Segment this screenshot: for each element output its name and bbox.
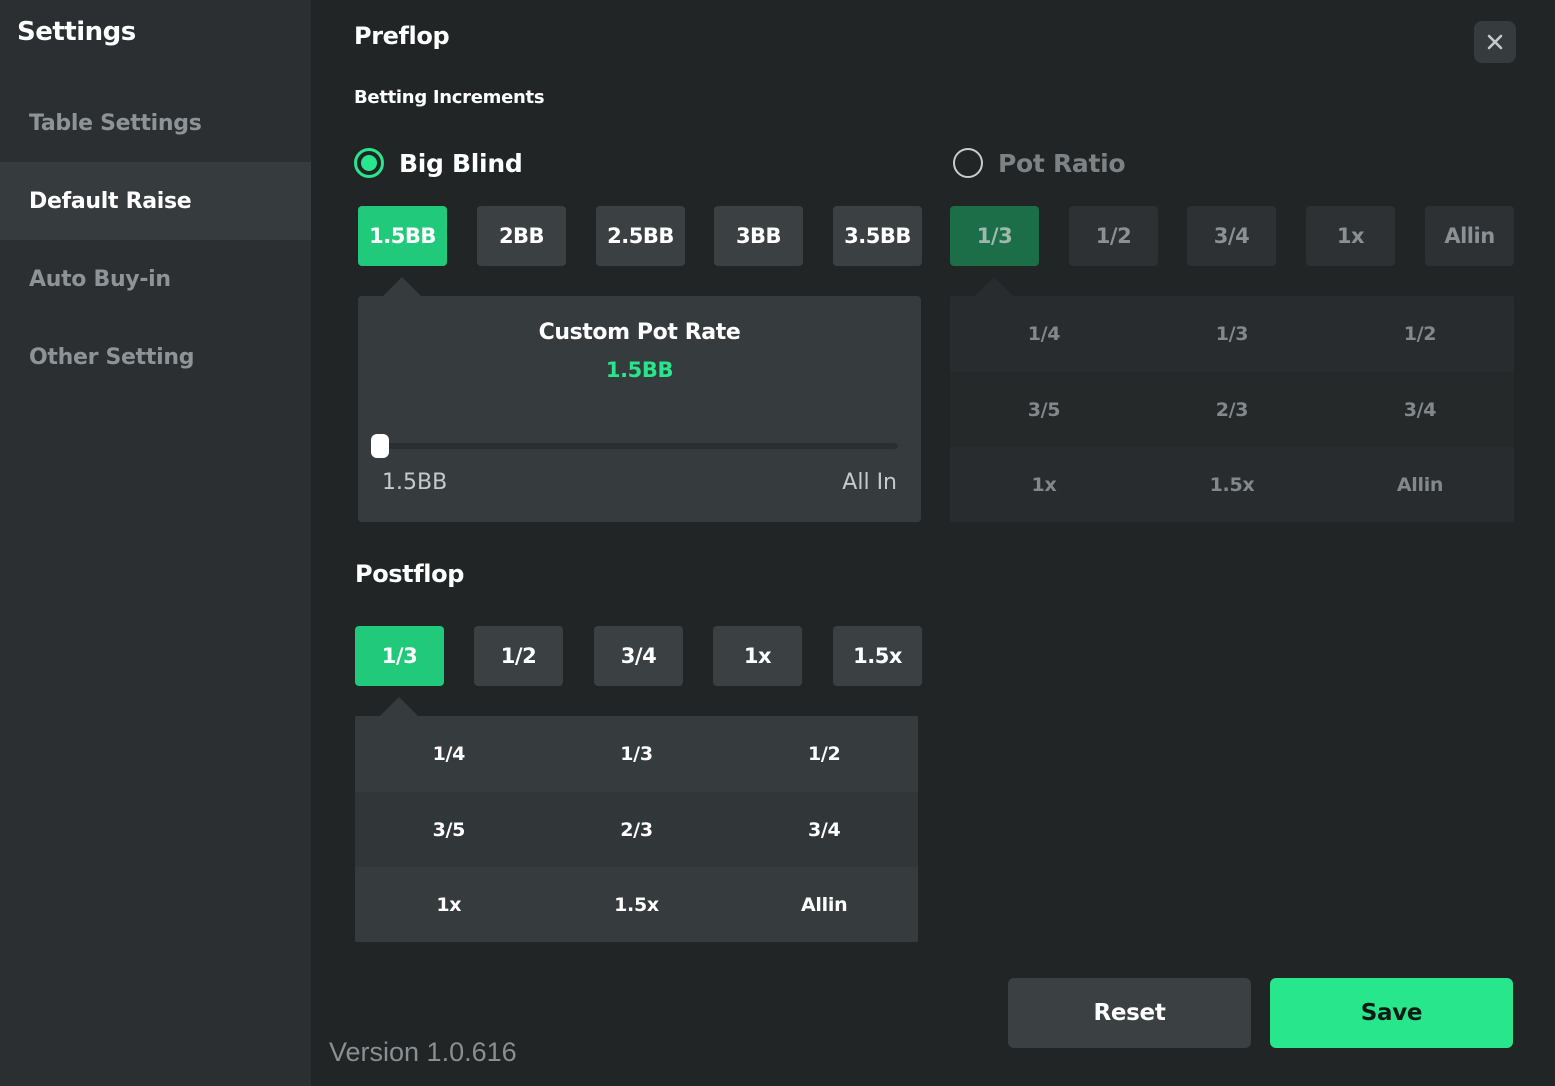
pot-ratio-grid-cell[interactable]: 3/4 [1326,372,1514,447]
sidebar-item-default-raise[interactable]: Default Raise [0,162,311,240]
grid-row: 1/4 1/3 1/2 [355,716,918,792]
grid-row: 1/4 1/3 1/2 [950,296,1514,372]
bb-option-3-5bb[interactable]: 3.5BB [833,206,922,266]
pot-ratio-option-1-3[interactable]: 1/3 [950,206,1039,266]
pot-ratio-grid: 1/4 1/3 1/2 3/5 2/3 3/4 1x 1.5x Allin [950,296,1514,522]
big-blind-radio[interactable]: Big Blind [354,148,523,178]
postflop-grid-cell[interactable]: 1.5x [543,867,731,942]
close-button[interactable] [1474,21,1516,63]
custom-panel-pointer [383,277,421,296]
sidebar-item-auto-buy-in[interactable]: Auto Buy-in [0,240,311,318]
postflop-grid-cell[interactable]: Allin [730,867,918,942]
pot-ratio-grid-pointer [975,277,1013,296]
pot-ratio-grid-cell[interactable]: 1/3 [1138,296,1326,372]
postflop-grid-cell[interactable]: 2/3 [543,792,731,867]
sidebar-item-other-setting[interactable]: Other Setting [0,318,311,396]
slider-max-label: All In [842,470,897,495]
pot-ratio-grid-cell[interactable]: 1.5x [1138,447,1326,522]
pot-ratio-option-1x[interactable]: 1x [1306,206,1395,266]
radio-selected-icon [354,148,384,178]
custom-pot-rate-value: 1.5BB [605,358,674,382]
postflop-grid: 1/4 1/3 1/2 3/5 2/3 3/4 1x 1.5x Allin [355,716,918,942]
radio-unselected-icon [953,148,983,178]
sidebar-title: Settings [17,17,136,47]
postflop-option-3-4[interactable]: 3/4 [594,626,683,686]
pot-ratio-grid-cell[interactable]: 1/4 [950,296,1138,372]
custom-pot-rate-title: Custom Pot Rate [538,320,741,345]
grid-row: 3/5 2/3 3/4 [355,792,918,867]
pot-ratio-label: Pot Ratio [998,148,1126,178]
settings-sidebar: Settings Table Settings Default Raise Au… [0,0,311,1086]
postflop-grid-cell[interactable]: 1/2 [730,716,918,792]
custom-pot-rate-slider[interactable] [371,434,898,458]
postflop-grid-cell[interactable]: 1x [355,867,543,942]
postflop-grid-cell[interactable]: 1/3 [543,716,731,792]
pot-ratio-grid-cell[interactable]: 2/3 [1138,372,1326,447]
pot-ratio-grid-cell[interactable]: 1/2 [1326,296,1514,372]
sidebar-item-table-settings[interactable]: Table Settings [0,84,311,162]
pot-ratio-grid-cell[interactable]: 1x [950,447,1138,522]
postflop-option-1x[interactable]: 1x [713,626,802,686]
pot-ratio-grid-cell[interactable]: Allin [1326,447,1514,522]
version-label: Version 1.0.616 [329,1037,517,1067]
postflop-grid-cell[interactable]: 3/4 [730,792,918,867]
slider-min-label: 1.5BB [382,470,448,495]
postflop-grid-cell[interactable]: 3/5 [355,792,543,867]
slider-thumb[interactable] [371,434,389,458]
grid-row: 3/5 2/3 3/4 [950,372,1514,447]
postflop-option-1-2[interactable]: 1/2 [474,626,563,686]
grid-row: 1x 1.5x Allin [950,447,1514,522]
bb-option-2bb[interactable]: 2BB [477,206,566,266]
close-icon [1487,34,1503,50]
big-blind-label: Big Blind [399,148,523,178]
reset-button[interactable]: Reset [1008,978,1251,1048]
pot-ratio-option-allin[interactable]: Allin [1425,206,1514,266]
postflop-title: Postflop [355,560,464,588]
bb-option-2-5bb[interactable]: 2.5BB [596,206,685,266]
preflop-title: Preflop [354,22,450,50]
postflop-grid-cell[interactable]: 1/4 [355,716,543,792]
postflop-grid-pointer [380,697,418,716]
bb-option-1-5bb[interactable]: 1.5BB [358,206,447,266]
postflop-option-1-3[interactable]: 1/3 [355,626,444,686]
custom-pot-rate-panel: Custom Pot Rate 1.5BB 1.5BB All In [358,296,921,522]
bb-option-3bb[interactable]: 3BB [714,206,803,266]
postflop-option-1-5x[interactable]: 1.5x [833,626,922,686]
betting-increments-label: Betting Increments [354,87,545,108]
pot-ratio-option-1-2[interactable]: 1/2 [1069,206,1158,266]
pot-ratio-radio[interactable]: Pot Ratio [953,148,1126,178]
pot-ratio-option-3-4[interactable]: 3/4 [1187,206,1276,266]
save-button[interactable]: Save [1270,978,1513,1048]
pot-ratio-grid-cell[interactable]: 3/5 [950,372,1138,447]
grid-row: 1x 1.5x Allin [355,867,918,942]
